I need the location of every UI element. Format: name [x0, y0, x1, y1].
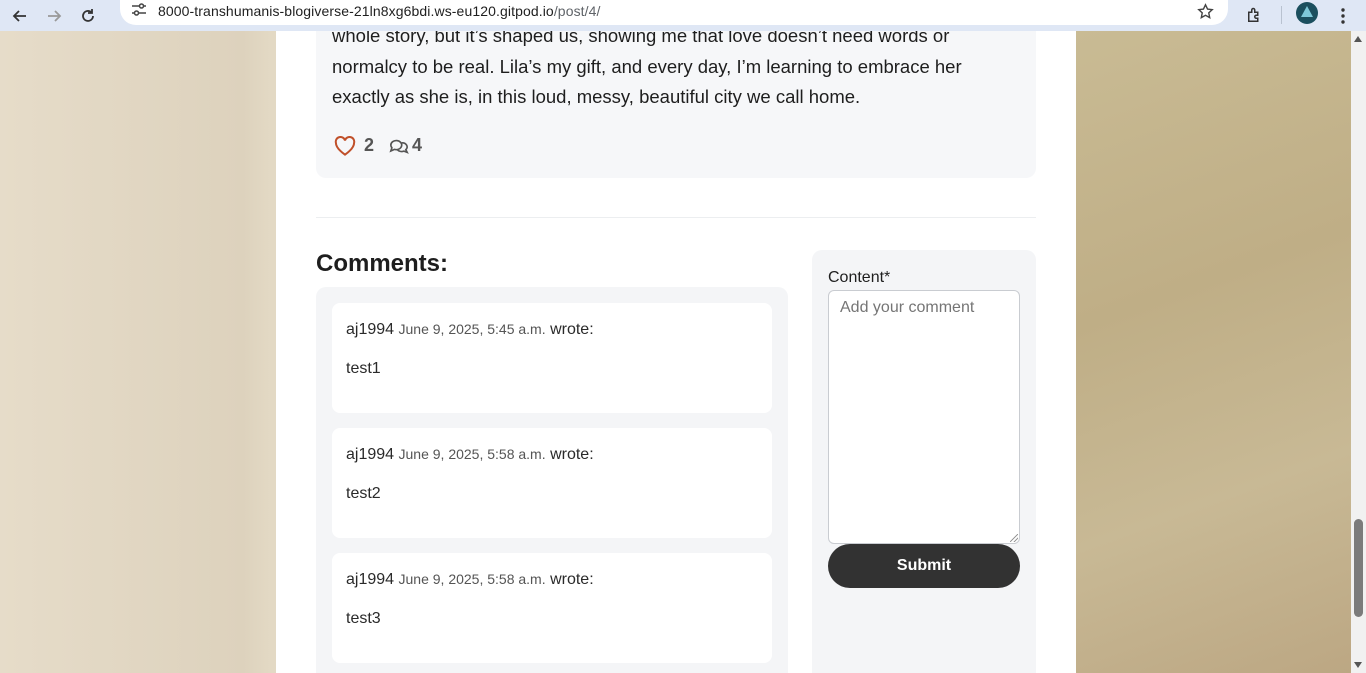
extensions-icon[interactable]: [1242, 0, 1266, 31]
comment-item: aj1994 June 9, 2025, 5:58 a.m. wrote: te…: [332, 553, 772, 663]
post-line: exactly as she is, in this loud, messy, …: [332, 86, 861, 107]
comment-wrote: wrote:: [550, 446, 594, 463]
submit-button[interactable]: Submit: [828, 544, 1020, 588]
browser-toolbar: 8000-transhumanis-blogiverse-21ln8xg6bdi…: [0, 0, 1366, 31]
reload-button[interactable]: [74, 4, 102, 28]
comment-date: June 9, 2025, 5:58 a.m.: [398, 571, 546, 587]
comment-date: June 9, 2025, 5:45 a.m.: [398, 321, 546, 337]
comment-body: test3: [346, 610, 381, 627]
post-line: whole story, but it’s shaped us, showing…: [332, 31, 950, 46]
page-viewport: whole story, but it’s shaped us, showing…: [0, 31, 1351, 673]
post-body: whole story, but it’s shaped us, showing…: [332, 31, 1022, 113]
url-path: /post/4/: [553, 3, 601, 19]
arrow-left-icon: [12, 9, 26, 22]
url-text: 8000-transhumanis-blogiverse-21ln8xg6bdi…: [158, 0, 601, 19]
arrow-right-icon: [48, 9, 62, 22]
post-reactions: 2 4: [334, 135, 422, 156]
comment-author: aj1994: [346, 446, 395, 463]
comment-body: test1: [346, 360, 381, 377]
comment-author: aj1994: [346, 571, 395, 588]
back-button[interactable]: [6, 4, 34, 28]
like-count: 2: [364, 135, 375, 155]
address-bar[interactable]: 8000-transhumanis-blogiverse-21ln8xg6bdi…: [120, 0, 1228, 25]
site-info-icon[interactable]: [130, 1, 148, 19]
background-texture-right: [1076, 31, 1351, 673]
url-host: 8000-transhumanis-blogiverse-21ln8xg6bdi…: [158, 3, 554, 19]
post-card: whole story, but it’s shaped us, showing…: [316, 31, 1036, 178]
textarea-resize-handle[interactable]: [1010, 534, 1018, 542]
comment-meta: aj1994 June 9, 2025, 5:58 a.m. wrote:: [346, 446, 594, 464]
heart-icon[interactable]: [334, 135, 356, 156]
forward-button[interactable]: [40, 4, 68, 28]
comment-meta: aj1994 June 9, 2025, 5:45 a.m. wrote:: [346, 321, 594, 339]
scroll-up-arrow-icon[interactable]: [1354, 36, 1362, 42]
content-label: Content*: [828, 269, 891, 286]
section-divider: [316, 217, 1036, 218]
scroll-down-arrow-icon[interactable]: [1354, 662, 1362, 668]
comment-count: 4: [412, 135, 423, 155]
comment-author: aj1994: [346, 321, 395, 338]
bookmark-star-icon[interactable]: [1197, 3, 1214, 25]
comment-bubbles-icon: [389, 139, 409, 154]
reload-icon: [82, 8, 94, 22]
scroll-thumb[interactable]: [1354, 519, 1363, 617]
comment-meta: aj1994 June 9, 2025, 5:58 a.m. wrote:: [346, 571, 594, 589]
profile-avatar[interactable]: [1296, 2, 1318, 24]
comment-textarea[interactable]: [828, 290, 1020, 544]
post-line: normalcy to be real. Lila’s my gift, and…: [332, 55, 962, 77]
comments-heading: Comments:: [316, 250, 449, 277]
comment-wrote: wrote:: [550, 321, 594, 338]
comment-item: aj1994 June 9, 2025, 5:58 a.m. wrote: te…: [332, 428, 772, 538]
toolbar-divider: [1281, 6, 1282, 24]
comment-wrote: wrote:: [550, 571, 594, 588]
comment-date: June 9, 2025, 5:58 a.m.: [398, 446, 546, 462]
comment-body: test2: [346, 485, 381, 502]
comment-item: aj1994 June 9, 2025, 5:45 a.m. wrote: te…: [332, 303, 772, 413]
menu-kebab-icon[interactable]: [1333, 0, 1353, 31]
main-content: whole story, but it’s shaped us, showing…: [276, 31, 1076, 673]
page-scrollbar[interactable]: [1351, 31, 1366, 673]
comment-form: Content* Submit: [812, 250, 1036, 673]
comments-list: aj1994 June 9, 2025, 5:45 a.m. wrote: te…: [316, 287, 788, 673]
